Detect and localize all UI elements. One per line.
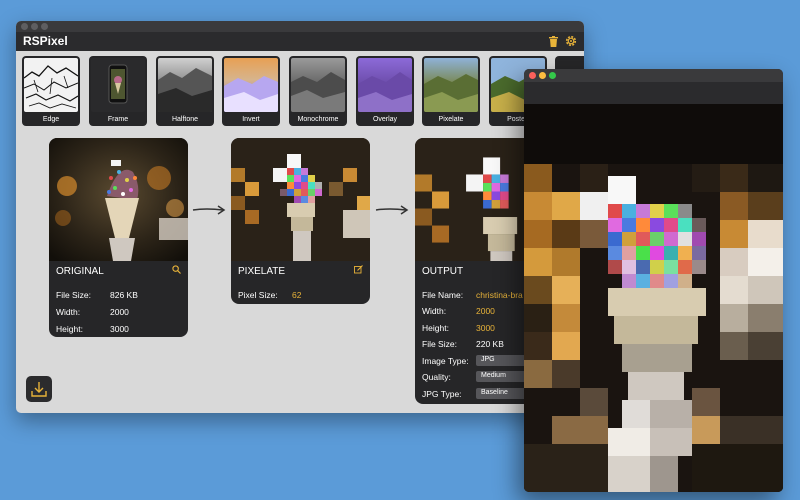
original-height: 3000 <box>110 324 129 334</box>
filter-label: Edge <box>42 116 60 123</box>
filter-label: Invert <box>242 116 260 123</box>
filter-label: Halftone <box>171 116 199 123</box>
height-label: Height: <box>422 323 449 333</box>
download-button[interactable] <box>26 376 52 402</box>
output-file-size: 220 KB <box>476 339 504 349</box>
filter-halftone-thumbnail <box>158 58 212 112</box>
quality-label: Quality: <box>422 372 451 382</box>
original-width: 2000 <box>110 307 129 317</box>
filter-monochrome[interactable]: Monochrome <box>289 56 347 126</box>
filter-label: Pixelate <box>438 116 464 123</box>
pixel-size-label: Pixel Size: <box>238 290 278 300</box>
preview-window <box>524 69 783 492</box>
width-label: Width: <box>56 307 81 317</box>
edit-icon[interactable] <box>354 265 363 274</box>
pixel-size-value[interactable]: 62 <box>292 290 301 300</box>
original-heading: ORIGINAL <box>56 266 104 277</box>
filter-overlay[interactable]: Overlay <box>356 56 414 126</box>
filter-monochrome-thumbnail <box>291 58 345 112</box>
filter-edge-thumbnail <box>24 58 78 112</box>
filter-strip: Edge Frame Halftone Invert Monochrome Ov… <box>16 51 584 151</box>
filter-label: Overlay <box>372 116 398 123</box>
app-toolbar: RSPixel <box>16 32 584 51</box>
download-icon <box>31 382 47 397</box>
filter-label: Frame <box>107 116 129 123</box>
filter-edge[interactable]: Edge <box>22 56 80 126</box>
preview-toolbar <box>524 82 783 104</box>
height-label: Height: <box>56 324 83 334</box>
original-photo <box>49 138 188 261</box>
output-heading: OUTPUT <box>422 266 464 277</box>
trash-icon[interactable] <box>549 36 558 47</box>
filter-invert[interactable]: Invert <box>222 56 280 126</box>
filter-frame[interactable]: Frame <box>89 56 147 126</box>
file-size-label: File Size: <box>56 290 91 300</box>
minimize-button[interactable] <box>31 23 38 30</box>
preview-zoom-button[interactable] <box>549 72 556 79</box>
file-size-label: File Size: <box>422 339 457 349</box>
title-bar <box>16 21 584 32</box>
main-window: RSPixel Edge Frame Halftone Invert Monoc… <box>16 21 584 413</box>
preview-pixelated-image <box>524 104 783 492</box>
gear-icon[interactable] <box>565 35 577 47</box>
zoom-button[interactable] <box>41 23 48 30</box>
filter-halftone[interactable]: Halftone <box>156 56 214 126</box>
output-file-name[interactable]: christina-bra <box>476 290 523 300</box>
app-title: RSPixel <box>23 34 68 48</box>
preview-title-bar <box>524 69 783 82</box>
filter-label: Monochrome <box>297 116 339 123</box>
filter-frame-thumbnail <box>91 58 145 112</box>
filter-pixelate[interactable]: Pixelate <box>422 56 480 126</box>
width-label: Width: <box>422 306 447 316</box>
arrow-right-icon <box>192 205 226 215</box>
magnifier-icon[interactable] <box>172 265 181 274</box>
output-width[interactable]: 2000 <box>476 306 495 316</box>
filter-pixelate-thumbnail <box>424 58 478 112</box>
arrow-right-icon <box>375 205 409 215</box>
file-name-label: File Name: <box>422 290 464 300</box>
pixelate-heading: PIXELATE <box>238 266 286 277</box>
pixelate-photo <box>231 138 370 261</box>
filter-overlay-thumbnail <box>358 58 412 112</box>
image-type-label: Image Type: <box>422 356 469 366</box>
original-file-size: 826 KB <box>110 290 138 300</box>
pixelate-card: PIXELATE Pixel Size: 62 <box>231 138 370 304</box>
close-button[interactable] <box>21 23 28 30</box>
preview-minimize-button[interactable] <box>539 72 546 79</box>
output-height[interactable]: 3000 <box>476 323 495 333</box>
preview-close-button[interactable] <box>529 72 536 79</box>
jpg-type-label: JPG Type: <box>422 389 462 399</box>
filter-invert-thumbnail <box>224 58 278 112</box>
original-card: ORIGINAL File Size: 826 KB Width: 2000 H… <box>49 138 188 337</box>
